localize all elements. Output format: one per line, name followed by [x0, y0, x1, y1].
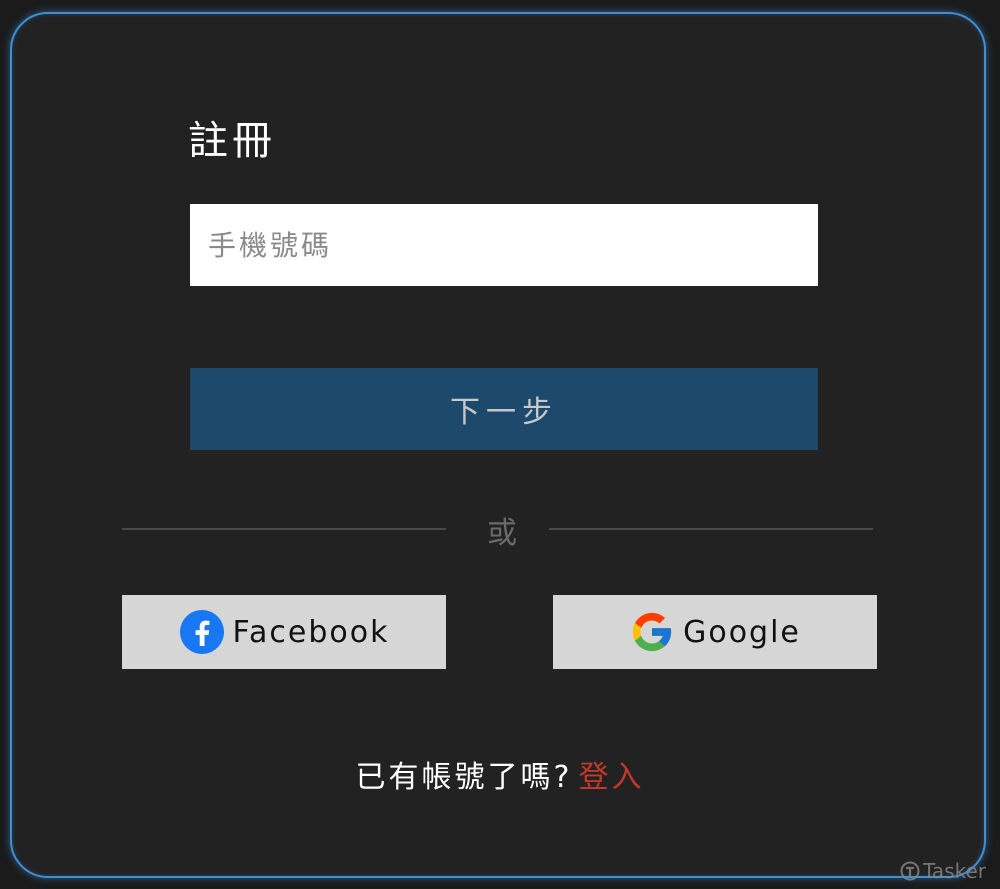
facebook-icon [179, 609, 225, 655]
facebook-login-button[interactable]: Facebook [122, 595, 446, 669]
divider-line-right [549, 528, 873, 530]
google-icon [629, 609, 675, 655]
login-prompt-row: 已有帳號了嗎? 登入 [0, 752, 1000, 796]
watermark-text: Tasker [923, 859, 986, 883]
google-login-button[interactable]: Google [553, 595, 877, 669]
next-step-label: 下一步 [450, 395, 558, 430]
divider-line-left [122, 528, 446, 530]
page-title: 註冊 [188, 118, 276, 164]
login-prompt-text: 已有帳號了嗎? [355, 760, 573, 795]
facebook-label: Facebook [232, 614, 390, 650]
divider-or-label: 或 [487, 516, 517, 551]
login-link[interactable]: 登入 [578, 760, 644, 795]
tasker-watermark: Tasker [900, 859, 986, 883]
phone-number-input[interactable] [190, 204, 818, 286]
tasker-logo-icon [900, 861, 920, 881]
next-step-button[interactable]: 下一步 [190, 368, 818, 450]
google-label: Google [683, 614, 801, 650]
